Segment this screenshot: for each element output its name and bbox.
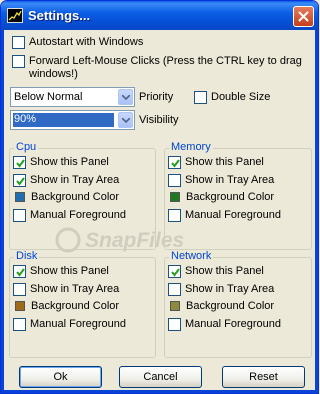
cpu-background-color-option[interactable]: Background Color <box>15 191 152 205</box>
network-show-panel-option[interactable]: Show this Panel <box>168 265 308 279</box>
ok-button[interactable]: Ok <box>19 366 102 388</box>
priority-value: Below Normal <box>14 91 83 103</box>
memory-manual-foreground-label: Manual Foreground <box>185 209 282 221</box>
visibility-select[interactable]: 90% <box>10 110 135 130</box>
memory-show-panel-option[interactable]: Show this Panel <box>168 156 308 170</box>
cpu-group-title: Cpu <box>14 141 39 153</box>
window-frame-right <box>315 30 318 393</box>
visibility-value: 90% <box>13 113 114 127</box>
autostart-option[interactable]: Autostart with Windows <box>12 36 292 50</box>
network-background-color-option[interactable]: Background Color <box>170 300 308 314</box>
memory-background-color-label: Background Color <box>186 191 275 203</box>
checkmark-icon <box>16 268 25 277</box>
cpu-show-tray-option[interactable]: Show in Tray Area <box>13 174 152 188</box>
cpu-show-tray-checkbox[interactable] <box>13 174 26 187</box>
visibility-dropdown-button[interactable] <box>118 112 133 128</box>
memory-show-tray-checkbox[interactable] <box>168 174 181 187</box>
reset-button[interactable]: Reset <box>222 366 305 388</box>
close-icon <box>298 11 309 22</box>
memory-group: Memory Show this Panel Show in Tray Area… <box>164 141 312 250</box>
memory-show-panel-label: Show this Panel <box>185 156 264 168</box>
memory-show-panel-checkbox[interactable] <box>168 156 181 169</box>
disk-show-tray-option[interactable]: Show in Tray Area <box>13 283 152 297</box>
cpu-manual-foreground-checkbox[interactable] <box>13 209 26 222</box>
priority-select[interactable]: Below Normal <box>10 87 135 107</box>
cancel-button[interactable]: Cancel <box>119 366 202 388</box>
network-show-tray-option[interactable]: Show in Tray Area <box>168 283 308 297</box>
forward-clicks-label: Forward Left-Mouse Clicks (Press the CTR… <box>29 55 302 80</box>
disk-manual-foreground-option[interactable]: Manual Foreground <box>13 318 152 332</box>
network-manual-foreground-checkbox[interactable] <box>168 318 181 331</box>
checkmark-icon <box>16 177 25 186</box>
double-size-checkbox[interactable] <box>194 91 207 104</box>
network-color-swatch[interactable] <box>170 301 180 311</box>
memory-show-tray-option[interactable]: Show in Tray Area <box>168 174 308 188</box>
checkmark-icon <box>16 159 25 168</box>
autostart-checkbox[interactable] <box>12 36 25 49</box>
network-show-tray-label: Show in Tray Area <box>185 283 275 295</box>
network-background-color-label: Background Color <box>186 300 275 312</box>
disk-background-color-option[interactable]: Background Color <box>15 300 152 314</box>
settings-window: Settings... Autostart with Windows Forwa… <box>0 0 319 394</box>
checkmark-icon <box>171 268 180 277</box>
network-show-tray-checkbox[interactable] <box>168 283 181 296</box>
disk-show-panel-option[interactable]: Show this Panel <box>13 265 152 279</box>
cpu-manual-foreground-label: Manual Foreground <box>30 209 127 221</box>
cpu-show-panel-option[interactable]: Show this Panel <box>13 156 152 170</box>
network-group-title: Network <box>169 250 214 262</box>
disk-manual-foreground-checkbox[interactable] <box>13 318 26 331</box>
network-manual-foreground-label: Manual Foreground <box>185 318 282 330</box>
network-show-panel-checkbox[interactable] <box>168 265 181 278</box>
window-frame-bottom <box>1 390 318 393</box>
double-size-label: Double Size <box>211 91 271 103</box>
disk-color-swatch[interactable] <box>15 301 25 311</box>
cpu-manual-foreground-option[interactable]: Manual Foreground <box>13 209 152 223</box>
memory-group-title: Memory <box>169 141 213 153</box>
forward-clicks-option[interactable]: Forward Left-Mouse Clicks (Press the CTR… <box>12 55 312 83</box>
window-frame-left <box>1 30 4 393</box>
forward-clicks-checkbox[interactable] <box>12 55 25 68</box>
double-size-option[interactable]: Double Size <box>194 91 284 105</box>
autostart-label: Autostart with Windows <box>29 36 144 48</box>
chevron-down-icon <box>122 118 130 123</box>
memory-show-tray-label: Show in Tray Area <box>185 174 275 186</box>
disk-show-tray-checkbox[interactable] <box>13 283 26 296</box>
disk-group-title: Disk <box>14 250 40 262</box>
disk-manual-foreground-label: Manual Foreground <box>30 318 127 330</box>
cpu-background-color-label: Background Color <box>31 191 120 203</box>
priority-label: Priority <box>139 91 174 103</box>
disk-background-color-label: Background Color <box>31 300 120 312</box>
priority-dropdown-button[interactable] <box>118 89 133 105</box>
disk-group: Disk Show this Panel Show in Tray Area B… <box>9 250 156 358</box>
network-show-panel-label: Show this Panel <box>185 265 264 277</box>
checkmark-icon <box>171 159 180 168</box>
chevron-down-icon <box>122 95 130 100</box>
network-manual-foreground-option[interactable]: Manual Foreground <box>168 318 308 332</box>
cpu-color-swatch[interactable] <box>15 192 25 202</box>
chart-icon <box>7 8 23 23</box>
memory-manual-foreground-checkbox[interactable] <box>168 209 181 222</box>
disk-show-tray-label: Show in Tray Area <box>30 283 120 295</box>
disk-show-panel-checkbox[interactable] <box>13 265 26 278</box>
window-title: Settings... <box>28 8 91 23</box>
cpu-show-panel-checkbox[interactable] <box>13 156 26 169</box>
title-bar[interactable]: Settings... <box>1 1 318 30</box>
close-button[interactable] <box>293 6 314 27</box>
memory-background-color-option[interactable]: Background Color <box>170 191 308 205</box>
cpu-group: Cpu Show this Panel Show in Tray Area Ba… <box>9 141 156 250</box>
memory-color-swatch[interactable] <box>170 192 180 202</box>
disk-show-panel-label: Show this Panel <box>30 265 109 277</box>
network-group: Network Show this Panel Show in Tray Are… <box>164 250 312 358</box>
visibility-label: Visibility <box>139 114 179 126</box>
cpu-show-panel-label: Show this Panel <box>30 156 109 168</box>
memory-manual-foreground-option[interactable]: Manual Foreground <box>168 209 308 223</box>
cpu-show-tray-label: Show in Tray Area <box>30 174 120 186</box>
